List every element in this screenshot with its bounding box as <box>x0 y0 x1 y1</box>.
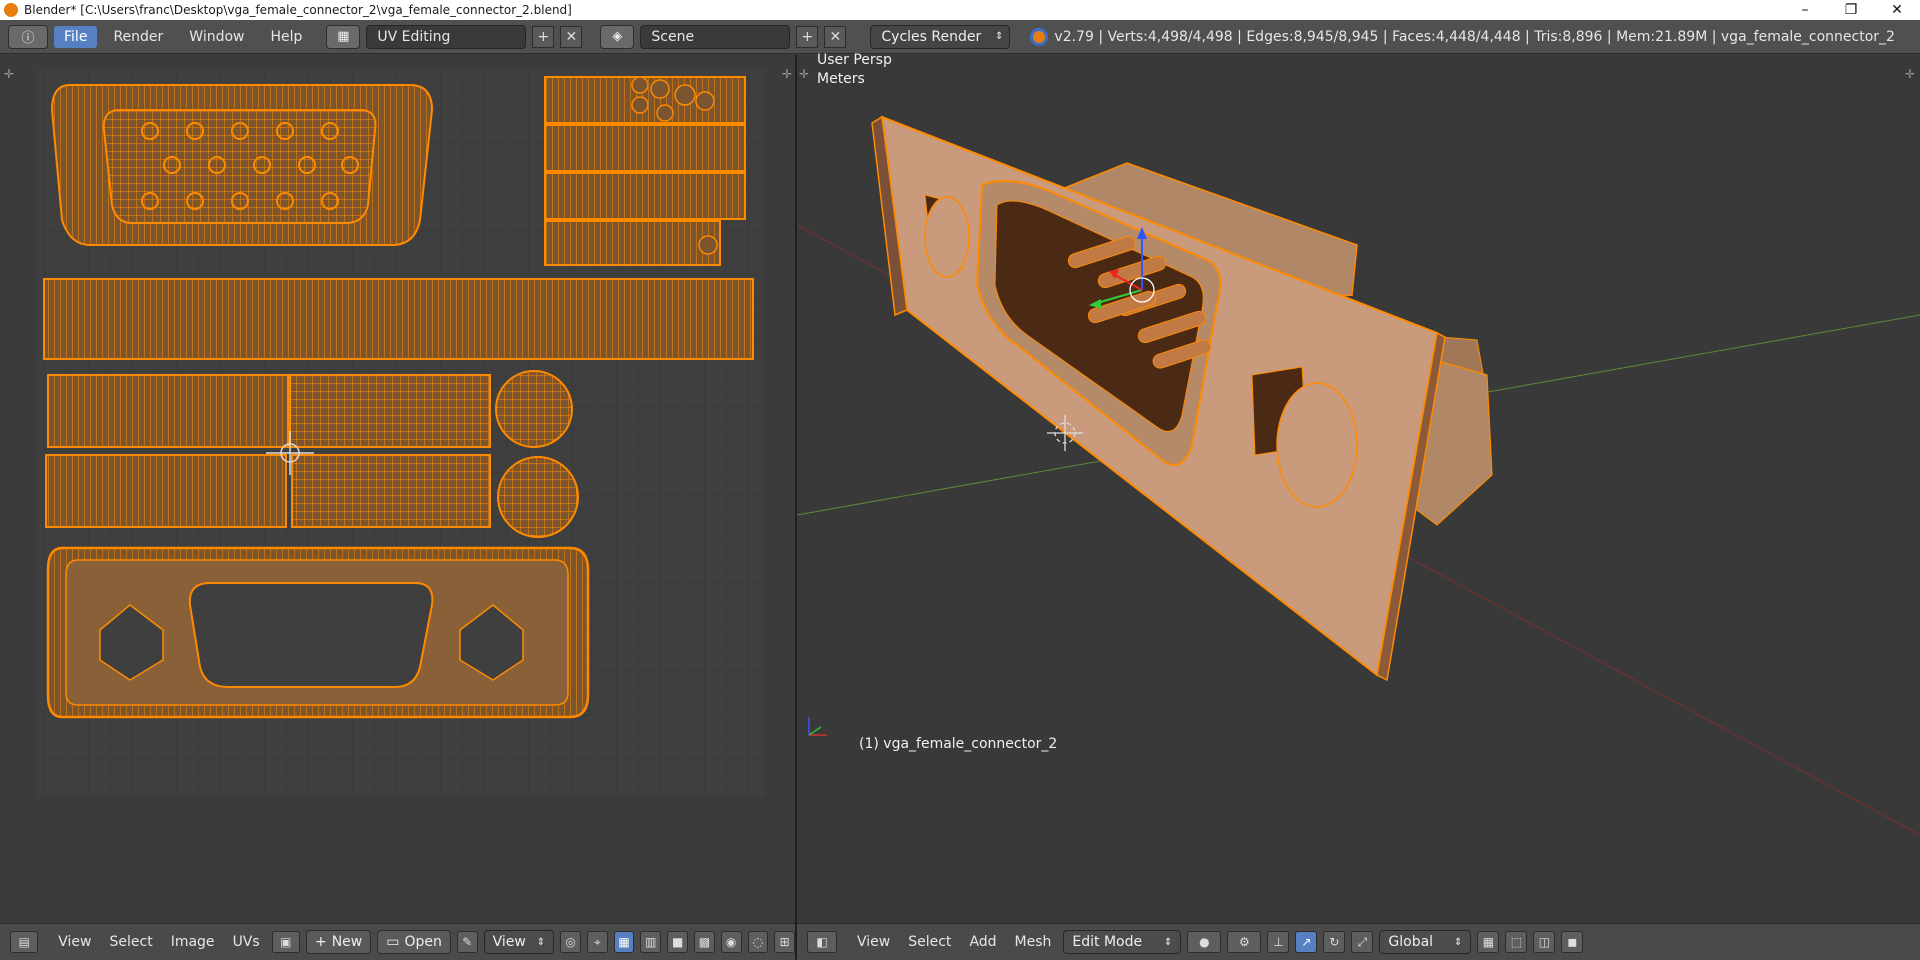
chevron-updown-icon: ⇕ <box>1454 936 1463 948</box>
proportional-edit-icon[interactable]: ◌ <box>747 931 769 953</box>
3d-menu-select[interactable]: Select <box>902 934 957 950</box>
uv-image-editor[interactable]: ✛ ✛ <box>0 55 795 923</box>
uv-editor-header: ▤ View Select Image UVs ▣ + New ▭ Open ✎ V… <box>0 923 796 960</box>
uv-menu-view[interactable]: View <box>52 934 97 950</box>
uv-properties-toggle-icon[interactable]: ✛ <box>782 67 792 81</box>
menu-window[interactable]: Window <box>179 26 254 48</box>
render-engine-select[interactable]: Cycles Render ⇕ <box>870 24 1011 49</box>
remove-screen-icon[interactable]: ✕ <box>560 25 583 48</box>
scene-field[interactable]: Scene <box>640 24 791 49</box>
window-titlebar: Blender* [C:\Users\franc\Desktop\vga_fem… <box>0 0 1920 20</box>
uv-island-strip <box>43 278 754 360</box>
viewport-shading-icon[interactable]: ● <box>1187 931 1222 953</box>
layers-icon[interactable]: ▦ <box>1477 931 1500 953</box>
close-button[interactable]: ✕ <box>1874 2 1920 18</box>
connector-mesh <box>871 115 1493 682</box>
open-label: Open <box>404 934 442 950</box>
stats-text: v2.79 | Verts:4,498/4,498 | Edges:8,945/… <box>1054 28 1895 45</box>
add-scene-icon[interactable]: + <box>796 25 819 48</box>
pin-icon[interactable]: ✎ <box>456 931 478 953</box>
3d-menu-view[interactable]: View <box>851 934 896 950</box>
edge-select-icon[interactable]: ▥ <box>640 931 662 953</box>
plus-icon: + <box>314 934 327 950</box>
screen-layout-icon[interactable]: ▦ <box>326 24 361 49</box>
3d-menu-mesh[interactable]: Mesh <box>1009 934 1058 950</box>
pivot-point-icon[interactable]: ⚙ <box>1227 931 1262 953</box>
uv-island-frame <box>46 546 590 719</box>
transform-orientation-select[interactable]: Global ⇕ <box>1379 930 1472 954</box>
3d-editor-type-icon[interactable]: ◧ <box>807 931 837 953</box>
chevron-updown-icon: ⇕ <box>1164 936 1173 948</box>
uv-editor-type-icon[interactable]: ▤ <box>10 931 39 953</box>
snap-icon[interactable]: ⊞ <box>774 931 796 953</box>
axis-gizmo-icon <box>808 717 827 736</box>
uv-menu-image[interactable]: Image <box>165 934 221 950</box>
3d-viewport[interactable]: User Persp Meters (1) vga_female_connect… <box>797 52 1920 923</box>
edge-mode-icon[interactable]: ◫ <box>1533 931 1556 953</box>
uv-view-mode-select[interactable]: View ⇕ <box>483 930 555 954</box>
active-object-label: (1) vga_female_connector_2 <box>859 736 1058 752</box>
menu-help[interactable]: Help <box>260 26 312 48</box>
folder-icon: ▭ <box>386 934 400 950</box>
3d-menu-add[interactable]: Add <box>963 934 1002 950</box>
uv-menu-uvs[interactable]: UVs <box>227 934 266 950</box>
uv-menu-select[interactable]: Select <box>104 934 159 950</box>
vertex-select-icon[interactable]: ▦ <box>613 931 635 953</box>
render-engine-label: Cycles Render <box>881 28 982 45</box>
rotate-manipulator-icon[interactable]: ↻ <box>1323 931 1346 953</box>
pivot-icon[interactable]: ◎ <box>560 931 581 953</box>
view-name: User Persp <box>817 52 892 68</box>
window-title: Blender* [C:\Users\franc\Desktop\vga_fem… <box>24 3 572 17</box>
scene-icon[interactable]: ◈ <box>600 24 635 49</box>
face-select-icon[interactable]: ■ <box>667 931 688 953</box>
menu-file[interactable]: File <box>54 25 98 48</box>
scene-stats: v2.79 | Verts:4,498/4,498 | Edges:8,945/… <box>1030 27 1895 46</box>
chevron-updown-icon: ⇕ <box>536 936 546 948</box>
uv-island-pins <box>544 76 746 266</box>
add-screen-icon[interactable]: + <box>532 25 555 48</box>
screen-layout-field[interactable]: UV Editing <box>366 24 527 49</box>
face-mode-icon[interactable]: ◼ <box>1561 931 1584 953</box>
new-label: New <box>331 934 363 950</box>
restore-button[interactable]: ❐ <box>1828 2 1874 18</box>
interaction-mode-label: Edit Mode <box>1072 934 1143 950</box>
island-select-icon[interactable]: ▩ <box>694 931 715 953</box>
blender-logo-icon <box>1030 27 1049 46</box>
blender-app-icon <box>4 3 18 17</box>
units-label: Meters <box>817 71 865 87</box>
image-browse-icon[interactable]: ▣ <box>271 931 300 953</box>
uv-toolshelf-toggle-icon[interactable]: ✛ <box>4 67 14 81</box>
uv-island-shell <box>50 84 434 246</box>
uv-canvas[interactable] <box>0 55 795 923</box>
scale-manipulator-icon[interactable]: ⤢ <box>1351 931 1374 953</box>
3d-properties-toggle-icon[interactable]: ✛ <box>1905 67 1915 81</box>
vertex-mode-icon[interactable]: ⬚ <box>1505 931 1528 953</box>
open-image-button[interactable]: ▭ Open <box>377 930 451 954</box>
manipulator-toggle-icon[interactable]: ⊥ <box>1267 931 1290 953</box>
translate-manipulator-icon[interactable]: ↗ <box>1295 931 1318 953</box>
info-header: ⓘ File Render Window Help ▦ UV Editing +… <box>0 20 1920 54</box>
remove-scene-icon[interactable]: ✕ <box>824 25 847 48</box>
new-image-button[interactable]: + New <box>305 930 372 954</box>
sticky-selection-icon[interactable]: ◉ <box>720 931 742 953</box>
minimize-button[interactable]: – <box>1782 2 1828 18</box>
viewport-canvas[interactable] <box>797 55 1920 923</box>
info-editor-type-icon[interactable]: ⓘ <box>8 24 48 49</box>
3d-view-header: ◧ View Select Add Mesh Edit Mode ⇕ ● ⚙ ⊥ … <box>797 923 1920 960</box>
transform-orientation-label: Global <box>1388 934 1434 950</box>
uv-view-mode-label: View <box>492 934 526 950</box>
interaction-mode-select[interactable]: Edit Mode ⇕ <box>1063 930 1182 954</box>
chevron-updown-icon: ⇕ <box>995 31 1004 42</box>
3d-toolshelf-toggle-icon[interactable]: ✛ <box>799 67 809 81</box>
sync-selection-icon[interactable]: ⌖ <box>586 931 608 953</box>
menu-render[interactable]: Render <box>103 26 173 48</box>
